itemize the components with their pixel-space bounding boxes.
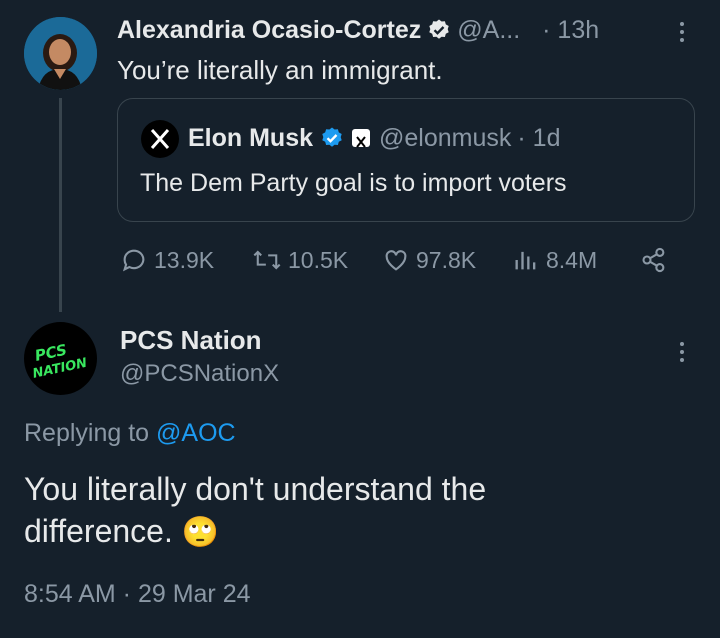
tweet1-author-name[interactable]: Alexandria Ocasio-Cortez bbox=[117, 16, 421, 45]
quote-text: The Dem Party goal is to import voters bbox=[140, 169, 567, 197]
retweet-count: 10.5K bbox=[288, 246, 349, 273]
x-logo-icon bbox=[150, 129, 170, 149]
tweet2-text: You literally don't understand the diffe… bbox=[24, 471, 487, 549]
like-icon bbox=[385, 250, 407, 271]
elon-avatar[interactable] bbox=[141, 120, 179, 158]
pcs-nation-logo: PCS NATION bbox=[31, 341, 88, 382]
like-count: 97.8K bbox=[416, 246, 477, 273]
views-count: 8.4M bbox=[546, 246, 598, 273]
reply-button[interactable]: 13.9K bbox=[120, 246, 214, 274]
tweet2-text-container: You literally don't understand the diffe… bbox=[24, 468, 624, 554]
retweet-button[interactable]: 10.5K bbox=[252, 246, 348, 274]
tweet1-time[interactable]: · 13h bbox=[542, 16, 599, 45]
reply-icon bbox=[122, 249, 145, 272]
tweet1-handle[interactable]: @A... bbox=[457, 16, 520, 45]
verified-badge-icon bbox=[429, 19, 449, 39]
verified-badge-icon bbox=[322, 127, 342, 147]
pcs-nation-avatar[interactable]: PCS NATION bbox=[24, 322, 97, 395]
tweet1-text: You’re literally an immigrant. bbox=[117, 55, 443, 85]
quote-header: Elon Musk @elonmusk · 1d bbox=[188, 119, 560, 157]
quote-author-name[interactable]: Elon Musk bbox=[188, 124, 313, 153]
reply-count: 13.9K bbox=[154, 246, 215, 273]
tweet1-more-icon[interactable] bbox=[680, 22, 684, 42]
share-icon bbox=[642, 247, 665, 273]
thread-line bbox=[59, 98, 62, 312]
tweet2-handle[interactable]: @PCSNationX bbox=[120, 360, 279, 388]
share-button[interactable] bbox=[640, 246, 668, 274]
quote-handle[interactable]: @elonmusk bbox=[379, 124, 511, 153]
eye-roll-emoji: 🙄 bbox=[181, 516, 220, 549]
aoc-avatar-image bbox=[24, 17, 97, 90]
quoted-tweet-card[interactable]: Elon Musk @elonmusk · 1d The Dem Party g… bbox=[117, 98, 695, 222]
tweet2-author-name[interactable]: PCS Nation bbox=[120, 325, 262, 356]
tweet2-more-icon[interactable] bbox=[680, 342, 684, 362]
views-icon bbox=[515, 251, 536, 270]
tweet1-header: Alexandria Ocasio-Cortez @A... · 13h bbox=[117, 12, 599, 48]
aoc-avatar[interactable] bbox=[24, 17, 97, 90]
views-button[interactable]: 8.4M bbox=[512, 246, 597, 274]
like-button[interactable]: 97.8K bbox=[382, 246, 476, 274]
tweet2-timestamp[interactable]: 8:54 AM · 29 Mar 24 bbox=[24, 580, 251, 609]
replying-to-label: Replying to bbox=[24, 419, 150, 447]
retweet-icon bbox=[253, 250, 281, 270]
quote-time[interactable]: · 1d bbox=[517, 124, 560, 153]
replying-to-handle[interactable]: @AOC bbox=[156, 419, 236, 447]
x-affiliate-icon bbox=[352, 129, 371, 148]
replying-to: Replying to @AOC bbox=[24, 419, 236, 448]
